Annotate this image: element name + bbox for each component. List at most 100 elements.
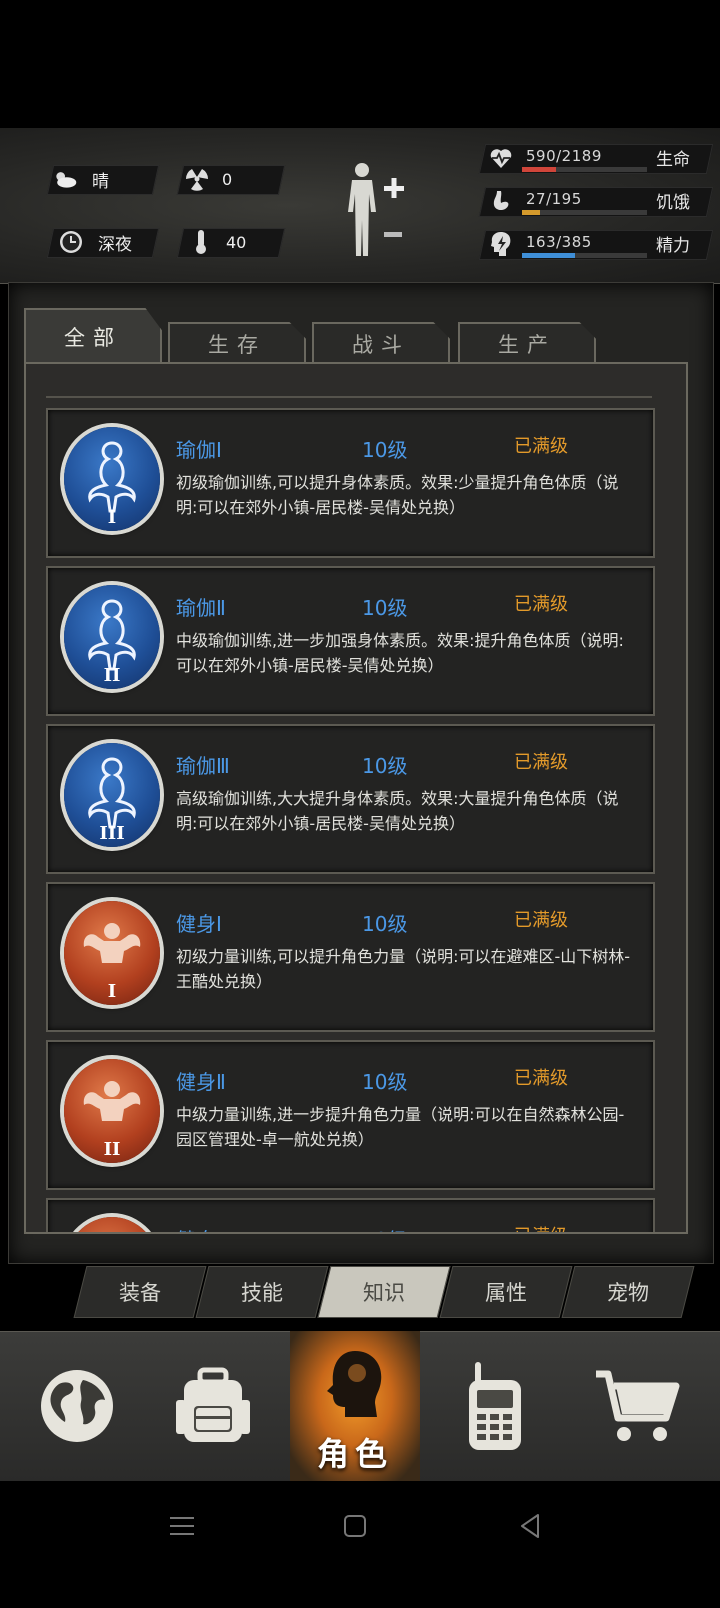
fitness-medal-icon: III xyxy=(64,1217,160,1232)
subtab-label: 宠物 xyxy=(607,1281,649,1305)
tab-label: 全部 xyxy=(64,326,122,350)
temperature-value: 40 xyxy=(226,232,247,252)
skill-name: 瑜伽Ⅰ xyxy=(176,438,222,462)
subtab-label: 属性 xyxy=(485,1281,527,1305)
skill-description: 初级瑜伽训练,可以提升身体素质。效果:少量提升角色体质（说明:可以在郊外小镇-居… xyxy=(176,473,619,517)
skill-description: 中级力量训练,进一步提升角色力量（说明:可以在自然森林公园-园区管理处-卓一航处… xyxy=(176,1105,625,1149)
skill-list[interactable]: I 瑜伽Ⅰ 10级 已满级 初级瑜伽训练,可以提升身体素质。效果:少量提升角色体质（说明… xyxy=(24,362,688,1234)
skill-level: 10级 xyxy=(362,754,408,778)
nav-character[interactable]: 角色 xyxy=(290,1331,420,1481)
skill-card[interactable]: II 瑜伽Ⅱ 10级 已满级中级瑜伽训练,进一步加强身体素质。效果:提升角色体质（说明… xyxy=(46,566,655,716)
list-divider xyxy=(46,396,652,398)
clock-icon xyxy=(58,229,84,255)
body-status-button[interactable] xyxy=(340,160,420,260)
cart-icon xyxy=(596,1370,680,1441)
health-label: 生命 xyxy=(656,150,690,170)
skill-level: 10级 xyxy=(362,912,408,936)
skill-description: 中级瑜伽训练,进一步加强身体素质。效果:提升角色体质（说明:可以在郊外小镇-居民… xyxy=(176,631,624,675)
nav-backpack[interactable] xyxy=(148,1331,278,1481)
menu-button[interactable] xyxy=(170,1515,194,1541)
skill-level: 10级 xyxy=(362,1224,407,1232)
hunger-label: 饥饿 xyxy=(656,193,690,213)
fitness-medal-icon: I xyxy=(64,901,160,1005)
character-icon xyxy=(327,1351,382,1417)
tab-all[interactable]: 全部 xyxy=(24,308,162,364)
weather-text: 晴 xyxy=(92,171,109,192)
skill-status: 已满级 xyxy=(514,752,568,773)
thermometer-icon xyxy=(188,229,214,255)
tab-label: 生存 xyxy=(208,333,266,357)
yoga-medal-icon: III xyxy=(64,743,160,847)
subtab-label: 知识 xyxy=(363,1281,405,1305)
cloud-sun-icon xyxy=(52,166,78,192)
hunger-value: 27/195 xyxy=(526,190,582,208)
skill-card[interactable]: I 健身Ⅰ 10级 已满级初级力量训练,可以提升角色力量（说明:可以在避难区-山下树林… xyxy=(46,882,655,1032)
yoga-medal-icon: I xyxy=(64,427,160,531)
home-square-icon xyxy=(344,1515,366,1537)
energy-label: 精力 xyxy=(656,236,690,256)
health-stat: 590/2189 生命 xyxy=(478,144,714,178)
skill-name: 健身Ⅱ xyxy=(176,1070,226,1094)
radiation-value: 0 xyxy=(222,169,233,189)
menu-icon xyxy=(170,1517,194,1535)
back-button[interactable] xyxy=(518,1513,542,1543)
nav-character-label: 角色 xyxy=(316,1435,393,1473)
tab-combat[interactable]: 战斗 xyxy=(312,322,450,364)
skill-name: 健身Ⅰ xyxy=(176,912,222,936)
subtab-attributes[interactable]: 属性 xyxy=(439,1266,573,1318)
health-bar xyxy=(522,167,556,172)
radio-icon xyxy=(469,1362,521,1450)
subtab-knowledge[interactable]: 知识 xyxy=(317,1266,451,1318)
skill-level: 10级 xyxy=(362,1070,408,1094)
nav-radio[interactable] xyxy=(430,1331,560,1481)
hunger-bar xyxy=(522,210,540,215)
rank-numeral: I xyxy=(108,507,116,528)
skill-description: 高级瑜伽训练,大大提升身体素质。效果:大量提升角色体质（说明:可以在郊外小镇-居… xyxy=(176,789,619,833)
skill-status: 已满级 xyxy=(514,594,568,615)
rank-numeral: II xyxy=(104,665,121,686)
tab-production[interactable]: 生产 xyxy=(458,322,596,364)
radiation-icon xyxy=(184,166,210,192)
subtab-pets[interactable]: 宠物 xyxy=(561,1266,695,1318)
energy-value: 163/385 xyxy=(526,233,592,251)
skill-card[interactable]: III 瑜伽Ⅲ 10级 已满级高级瑜伽训练,大大提升身体素质。效果:大量提升角色体质（… xyxy=(46,724,655,874)
rank-numeral: III xyxy=(99,823,124,844)
subtab-equipment[interactable]: 装备 xyxy=(73,1266,207,1318)
nav-shop[interactable] xyxy=(572,1331,702,1481)
yoga-medal-icon: II xyxy=(64,585,160,689)
back-triangle-icon xyxy=(521,1514,539,1538)
skill-name: 健身Ⅲ xyxy=(176,1224,230,1232)
skill-level: 10级 xyxy=(362,596,408,620)
subtab-label: 技能 xyxy=(241,1281,283,1305)
skill-status: 已满级 xyxy=(514,1068,568,1089)
tab-survival[interactable]: 生存 xyxy=(168,322,306,364)
subtab-skills[interactable]: 技能 xyxy=(195,1266,329,1318)
nav-map[interactable] xyxy=(12,1331,142,1481)
backpack-icon xyxy=(176,1367,250,1442)
skill-name: 瑜伽Ⅲ xyxy=(176,754,230,778)
subtab-label: 装备 xyxy=(119,1281,161,1305)
brain-energy-icon xyxy=(488,230,514,258)
heart-pulse-icon xyxy=(488,144,514,172)
skill-name: 瑜伽Ⅱ xyxy=(176,596,226,620)
hunger-stat: 27/195 饥饿 xyxy=(478,187,714,221)
skill-status: 已满级 xyxy=(514,1222,568,1232)
globe-icon xyxy=(41,1370,113,1442)
fitness-medal-icon: II xyxy=(64,1059,160,1163)
energy-stat: 163/385 精力 xyxy=(478,230,714,264)
stomach-icon xyxy=(488,187,514,215)
tab-label: 战斗 xyxy=(352,333,410,357)
rank-numeral: II xyxy=(104,1139,121,1160)
skill-card[interactable]: III 健身Ⅲ 10级 已满级 xyxy=(46,1198,655,1232)
energy-bar xyxy=(522,253,575,258)
skill-card[interactable]: II 健身Ⅱ 10级 已满级中级力量训练,进一步提升角色力量（说明:可以在自然森林公园… xyxy=(46,1040,655,1190)
skill-card[interactable]: I 瑜伽Ⅰ 10级 已满级 初级瑜伽训练,可以提升身体素质。效果:少量提升角色体质（说明… xyxy=(46,408,655,558)
home-button[interactable] xyxy=(343,1514,367,1542)
human-body-icon xyxy=(348,163,404,256)
system-nav-bar xyxy=(0,1481,720,1608)
skill-description: 初级力量训练,可以提升角色力量（说明:可以在避难区-山下树林-王酷处兑换） xyxy=(176,947,631,991)
tab-label: 生产 xyxy=(498,333,556,357)
skill-status: 已满级 xyxy=(514,910,568,931)
skill-level: 10级 xyxy=(362,438,408,462)
status-header: 晴 0 深夜 40 590/2189 生命 27/195 饥饿 163/385 … xyxy=(0,128,720,284)
